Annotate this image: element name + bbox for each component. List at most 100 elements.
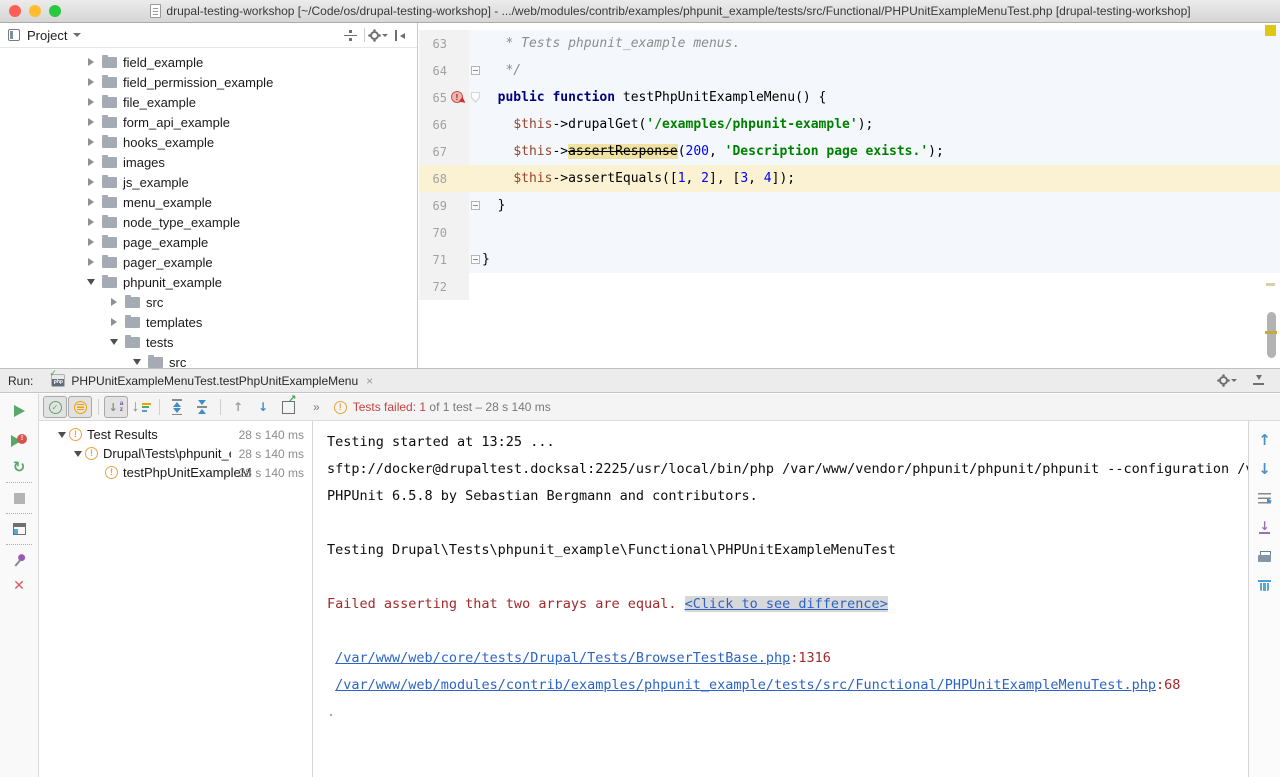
folder-icon: [102, 137, 117, 148]
pin-tab-button[interactable]: [7, 549, 31, 571]
up-the-stack-trace-button[interactable]: ↑: [1253, 429, 1277, 451]
gear-icon: [370, 31, 379, 40]
error-stripe-indicator[interactable]: [1265, 25, 1276, 36]
editor-line[interactable]: 69 }: [419, 192, 1280, 219]
expand-arrow-icon[interactable]: [109, 316, 121, 328]
sort-alphabetically-button[interactable]: ↓az: [104, 396, 128, 418]
toolbar-overflow-icon[interactable]: »: [313, 400, 320, 414]
show-passed-button[interactable]: ✓: [43, 396, 67, 418]
project-tree-item[interactable]: tests: [0, 332, 417, 352]
test-result-item[interactable]: !testPhpUnitExampleM28 s 140 ms: [39, 463, 312, 482]
soft-wrap-button[interactable]: [1253, 487, 1277, 509]
close-icon[interactable]: ×: [366, 374, 373, 388]
editor-line[interactable]: 68 $this->assertEquals([1, 2], [3, 4]);: [419, 165, 1280, 192]
editor-scrollbar[interactable]: [1267, 312, 1276, 358]
run-settings-button[interactable]: [1218, 372, 1238, 390]
stop-button[interactable]: [7, 487, 31, 509]
test-passed-overlay-icon: ✓: [49, 370, 57, 379]
show-ignored-button[interactable]: [68, 396, 92, 418]
collapse-arrow-icon[interactable]: [132, 356, 144, 368]
expand-arrow-icon[interactable]: [86, 136, 98, 148]
expand-all-button[interactable]: [165, 396, 189, 418]
highlight-stripe-mark[interactable]: [1265, 331, 1277, 334]
code-editor[interactable]: 63 * Tests phpunit_example menus.64 */65…: [419, 23, 1280, 368]
hide-project-panel-button[interactable]: [389, 26, 409, 44]
project-tree-item[interactable]: pager_example: [0, 252, 417, 272]
project-tree-item[interactable]: images: [0, 152, 417, 172]
mac-minimize-button[interactable]: [29, 5, 41, 17]
import-test-results-button[interactable]: [276, 396, 300, 418]
editor-line[interactable]: 70: [419, 219, 1280, 246]
expand-arrow-icon[interactable]: [109, 296, 121, 308]
project-tree-item[interactable]: hooks_example: [0, 132, 417, 152]
mac-close-button[interactable]: [9, 5, 21, 17]
console-text: Failed asserting that two arrays are equ…: [327, 596, 685, 612]
expand-arrow-icon[interactable]: [86, 216, 98, 228]
expand-arrow-icon[interactable]: [86, 156, 98, 168]
expand-arrow-icon[interactable]: [86, 76, 98, 88]
print-button[interactable]: [1253, 545, 1277, 567]
see-difference-link[interactable]: <Click to see difference>: [685, 596, 888, 612]
scroll-to-end-button[interactable]: ↓: [1253, 516, 1277, 538]
project-settings-button[interactable]: [369, 26, 389, 44]
collapse-arrow-icon[interactable]: [73, 448, 85, 460]
project-tree-item[interactable]: page_example: [0, 232, 417, 252]
editor-line[interactable]: 72: [419, 273, 1280, 300]
editor-line[interactable]: 64 */: [419, 57, 1280, 84]
close-run-panel-button[interactable]: ✕: [7, 575, 31, 597]
expand-arrow-icon[interactable]: [86, 116, 98, 128]
project-tree-item[interactable]: file_example: [0, 92, 417, 112]
project-tree-item[interactable]: field_example: [0, 52, 417, 72]
project-tree-item[interactable]: phpunit_example: [0, 272, 417, 292]
collapse-arrow-icon[interactable]: [86, 276, 98, 288]
expand-arrow-icon[interactable]: [86, 176, 98, 188]
expand-arrow-icon[interactable]: [86, 96, 98, 108]
hide-run-panel-button[interactable]: [1248, 372, 1268, 390]
expand-arrow-icon[interactable]: [86, 56, 98, 68]
restore-layout-button[interactable]: [7, 518, 31, 540]
stack-trace-link[interactable]: /var/www/web/modules/contrib/examples/ph…: [335, 677, 1156, 693]
project-tree-item[interactable]: menu_example: [0, 192, 417, 212]
next-failed-test-button[interactable]: ↓: [251, 396, 275, 418]
mac-zoom-button[interactable]: [49, 5, 61, 17]
project-tree-item[interactable]: field_permission_example: [0, 72, 417, 92]
project-tree-item[interactable]: js_example: [0, 172, 417, 192]
project-tree-item[interactable]: node_type_example: [0, 212, 417, 232]
expand-arrow-icon[interactable]: [86, 256, 98, 268]
editor-line[interactable]: 66 $this->drupalGet('/examples/phpunit-e…: [419, 111, 1280, 138]
collapse-all-button[interactable]: [340, 26, 360, 44]
fold-marker-icon[interactable]: [471, 255, 480, 264]
collapse-all-button[interactable]: [190, 396, 214, 418]
sort-by-duration-button[interactable]: ↓: [129, 396, 153, 418]
run-configuration-tab[interactable]: ✓ PHPUnitExampleMenuTest.testPhpUnitExam…: [45, 369, 379, 393]
previous-failed-test-button[interactable]: ↑: [226, 396, 250, 418]
clear-all-button[interactable]: [1253, 574, 1277, 596]
stack-trace-link[interactable]: /var/www/web/core/tests/Drupal/Tests/Bro…: [335, 650, 790, 666]
down-arrow-icon: ↓: [258, 401, 268, 413]
down-the-stack-trace-button[interactable]: ↓: [1253, 458, 1277, 480]
collapse-arrow-icon[interactable]: [109, 336, 121, 348]
toggle-auto-test-button[interactable]: ↻: [7, 456, 31, 478]
collapse-arrow-icon[interactable]: [57, 429, 69, 441]
warning-stripe-mark[interactable]: [1266, 283, 1275, 286]
test-result-item[interactable]: !Drupal\Tests\phpunit_exa28 s 140 ms: [39, 444, 312, 463]
editor-line[interactable]: 67 $this->assertResponse(200, 'Descripti…: [419, 138, 1280, 165]
editor-line[interactable]: 71}: [419, 246, 1280, 273]
project-tree-item[interactable]: templates: [0, 312, 417, 332]
editor-line[interactable]: 63 * Tests phpunit_example menus.: [419, 30, 1280, 57]
expand-arrow-icon[interactable]: [86, 236, 98, 248]
rerun-failed-tests-button[interactable]: !: [7, 430, 31, 452]
project-tree-item[interactable]: form_api_example: [0, 112, 417, 132]
fold-marker-icon[interactable]: [471, 66, 480, 75]
project-tree-item[interactable]: src: [0, 352, 417, 368]
chevron-down-icon: [1231, 379, 1237, 382]
rerun-button[interactable]: [7, 400, 31, 422]
fold-marker-icon[interactable]: [471, 201, 480, 210]
test-console-output[interactable]: Testing started at 13:25 ...sftp://docke…: [313, 421, 1248, 777]
chevron-down-icon[interactable]: [73, 33, 81, 37]
editor-line[interactable]: 65! public function testPhpUnitExampleMe…: [419, 84, 1280, 111]
expand-arrow-icon[interactable]: [86, 196, 98, 208]
fold-marker-icon[interactable]: [471, 92, 480, 103]
project-tree-item[interactable]: src: [0, 292, 417, 312]
test-result-item[interactable]: !Test Results28 s 140 ms: [39, 425, 312, 444]
